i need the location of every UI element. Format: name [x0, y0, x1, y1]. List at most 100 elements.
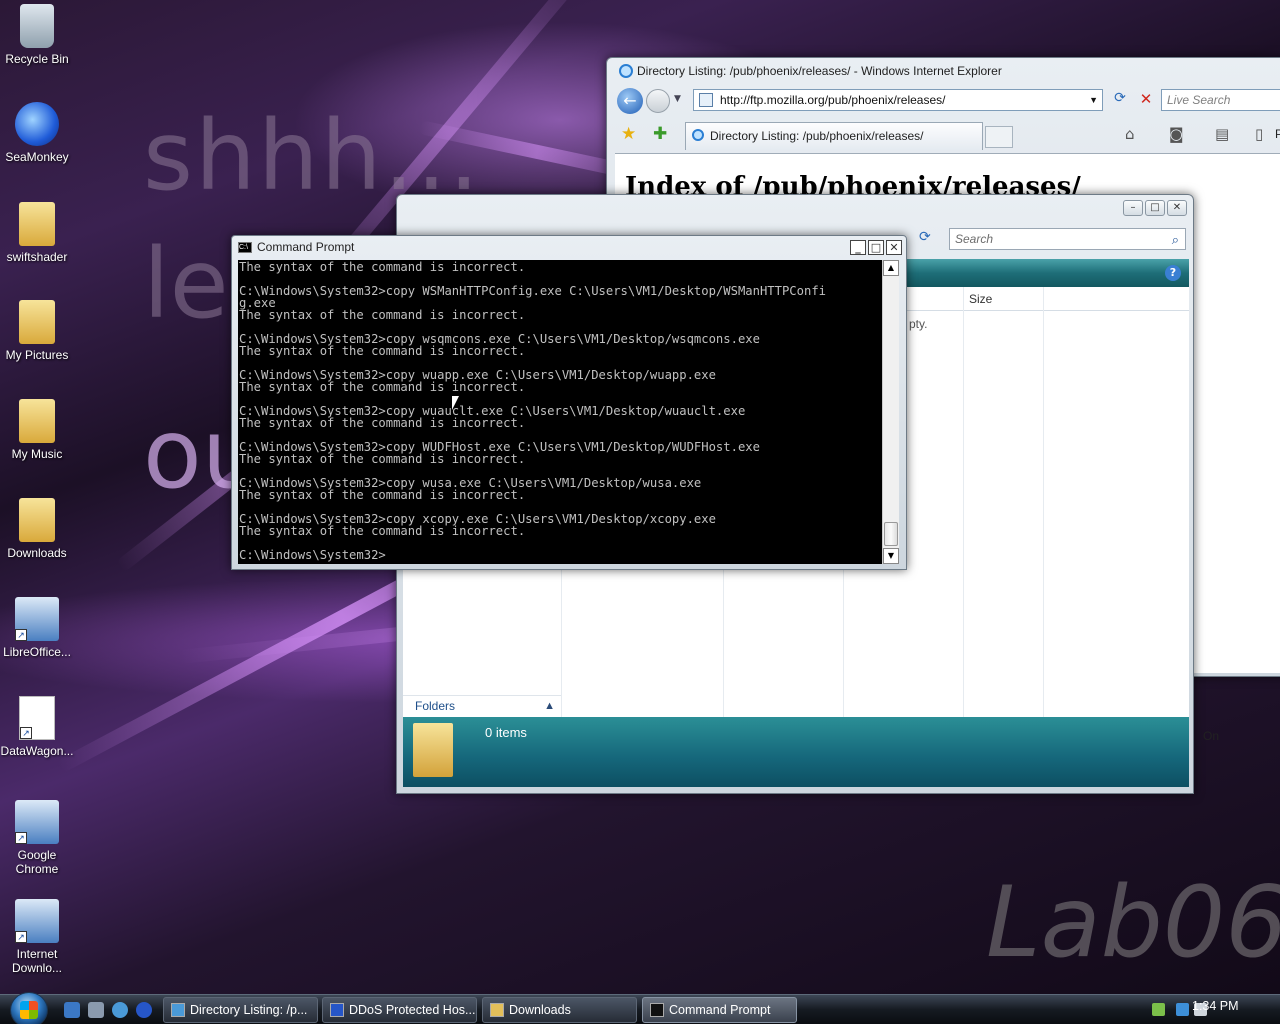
taskbar-button-label: Command Prompt [669, 1003, 771, 1017]
desktop-icon-my-pictures[interactable]: My Pictures [0, 300, 74, 362]
console-line: The syntax of the command is incorrect. [239, 452, 526, 466]
scroll-thumb[interactable] [884, 522, 898, 546]
show-desktop-icon[interactable] [88, 1002, 104, 1018]
quick-launch-ie-icon[interactable] [64, 1002, 80, 1018]
home-icon[interactable]: ⌂ [1125, 125, 1135, 143]
add-favorite-icon[interactable]: ✚ [653, 124, 667, 144]
help-icon[interactable]: ? [1165, 265, 1181, 281]
cmd-caption-buttons: _ □ ✕ [850, 240, 902, 255]
taskbar-button[interactable]: DDoS Protected Hos... [322, 997, 477, 1023]
minimize-button[interactable]: – [1123, 200, 1143, 216]
favorites-star-icon[interactable]: ★ [621, 124, 636, 144]
desktop-icon-swiftshader[interactable]: swiftshader [0, 202, 74, 264]
folder-icon [19, 202, 55, 246]
desktop-icon-internet-download[interactable]: ↗ Internet Downlo... [0, 899, 74, 975]
quick-launch-seamonkey-icon[interactable] [136, 1002, 152, 1018]
refresh-button[interactable]: ⟳ [1109, 90, 1131, 110]
recycle-bin-icon [20, 4, 54, 48]
scroll-down-button[interactable]: ▼ [883, 548, 899, 564]
taskbar-button-label: DDoS Protected Hos... [349, 1003, 476, 1017]
maximize-button[interactable]: □ [1145, 200, 1165, 216]
folders-pane-toggle[interactable]: Folders ▲ [403, 695, 561, 717]
desktop-icon-label: SeaMonkey [5, 150, 69, 164]
scroll-up-button[interactable]: ▲ [883, 260, 899, 276]
chevron-up-icon[interactable]: ▲ [544, 696, 555, 716]
document-icon: ↗ [19, 696, 55, 740]
taskbar-button[interactable]: Directory Listing: /p... [163, 997, 318, 1023]
page-menu-label[interactable]: Pa [1275, 127, 1280, 141]
installer-icon: ↗ [15, 899, 59, 943]
desktop-icon-label: LibreOffice... [3, 645, 71, 659]
desktop-icon-label: Internet Downlo... [11, 947, 63, 975]
desktop-icon-downloads[interactable]: Downloads [0, 498, 74, 560]
folder-icon [19, 498, 55, 542]
console-line: The syntax of the command is incorrect. [239, 380, 526, 394]
tab-label: Directory Listing: /pub/phoenix/releases… [710, 129, 924, 143]
cmd-window-title: Command Prompt [257, 240, 355, 254]
stop-button[interactable]: ✕ [1135, 90, 1157, 110]
desktop-icon-label: My Pictures [5, 348, 69, 362]
mouse-cursor-icon [452, 396, 459, 410]
start-button[interactable] [10, 992, 48, 1024]
recent-pages-dropdown[interactable]: ▼ [674, 94, 681, 104]
desktop-icon-seamonkey[interactable]: SeaMonkey [0, 102, 74, 164]
console-line: The syntax of the command is incorrect. [239, 524, 526, 538]
quick-launch-browser-icon[interactable] [112, 1002, 128, 1018]
address-bar[interactable]: http://ftp.mozilla.org/pub/phoenix/relea… [693, 89, 1103, 111]
console-line: The syntax of the command is incorrect. [239, 308, 526, 322]
taskbar-button-label: Directory Listing: /p... [190, 1003, 308, 1017]
desktop-icon-label: My Music [11, 447, 63, 461]
console-line: The syntax of the command is incorrect. [239, 416, 526, 430]
desktop-icon-libreoffice[interactable]: ↗ LibreOffice... [0, 597, 74, 659]
print-icon[interactable]: ▤ [1215, 125, 1229, 143]
desktop-icon-label: Recycle Bin [5, 52, 69, 66]
new-tab-button[interactable] [985, 126, 1013, 148]
desktop-icon-recycle-bin[interactable]: Recycle Bin [0, 4, 74, 66]
explorer-search-input[interactable]: Search ⌕ [949, 228, 1186, 250]
close-button[interactable]: ✕ [886, 240, 902, 255]
maximize-button[interactable]: □ [868, 240, 884, 255]
cmd-titlebar[interactable]: C:\ Command Prompt [232, 236, 906, 258]
monitor-icon[interactable] [1176, 1003, 1189, 1016]
forward-button[interactable] [646, 89, 670, 113]
shortcut-arrow-icon: ↗ [20, 727, 32, 739]
ie-titlebar[interactable]: Directory Listing: /pub/phoenix/releases… [607, 58, 1280, 84]
ie-icon [692, 129, 704, 141]
search-icon[interactable]: ⌕ [1172, 230, 1179, 250]
console-line: The syntax of the command is incorrect. [239, 260, 526, 274]
shortcut-arrow-icon: ↗ [15, 931, 27, 943]
music-folder-icon [19, 399, 55, 443]
page-menu-icon[interactable]: ▯ [1255, 125, 1263, 143]
explorer-titlebar[interactable] [397, 195, 1193, 221]
console-output[interactable]: The syntax of the command is incorrect. C… [238, 260, 882, 564]
desktop-icon-my-music[interactable]: My Music [0, 399, 74, 461]
desktop-icon-datawagon[interactable]: ↗ DataWagon... [0, 696, 74, 758]
feeds-icon[interactable]: ◙ [1169, 125, 1184, 143]
ie-icon [619, 64, 633, 78]
desktop-icon-label: Downloads [7, 546, 67, 560]
console-scrollbar[interactable]: ▲ ▼ [882, 260, 899, 564]
clock[interactable]: 1:34 PM [1192, 999, 1239, 1013]
live-search-input[interactable]: Live Search [1161, 89, 1280, 111]
back-button[interactable]: ← [617, 88, 643, 114]
taskbar-button[interactable]: Command Prompt [642, 997, 797, 1023]
tab-directory-listing[interactable]: Directory Listing: /pub/phoenix/releases… [685, 122, 983, 150]
item-count: 0 items [485, 725, 527, 740]
refresh-button[interactable]: ⟳ [919, 229, 931, 245]
desktop-icon-label: Google Chrome [15, 848, 59, 876]
column-header-size[interactable]: Size [969, 292, 992, 306]
console-line: The syntax of the command is incorrect. [239, 344, 526, 358]
desktop-icon-label: swiftshader [6, 250, 68, 264]
folder-icon [413, 723, 453, 777]
minimize-button[interactable]: _ [850, 240, 866, 255]
wallpaper-watermark: Lab06 [986, 866, 1280, 980]
network-icon[interactable] [1152, 1003, 1165, 1016]
chevron-down-icon[interactable]: ▼ [1089, 90, 1098, 110]
seamonkey-icon [330, 1003, 344, 1017]
command-prompt-window[interactable]: C:\ Command Prompt _ □ ✕ The syntax of t… [231, 235, 907, 570]
shortcut-arrow-icon: ↗ [15, 629, 27, 641]
taskbar-button-label: Downloads [509, 1003, 571, 1017]
desktop-icon-google-chrome[interactable]: ↗ Google Chrome [0, 800, 74, 876]
close-button[interactable]: ✕ [1167, 200, 1187, 216]
taskbar-button[interactable]: Downloads [482, 997, 637, 1023]
